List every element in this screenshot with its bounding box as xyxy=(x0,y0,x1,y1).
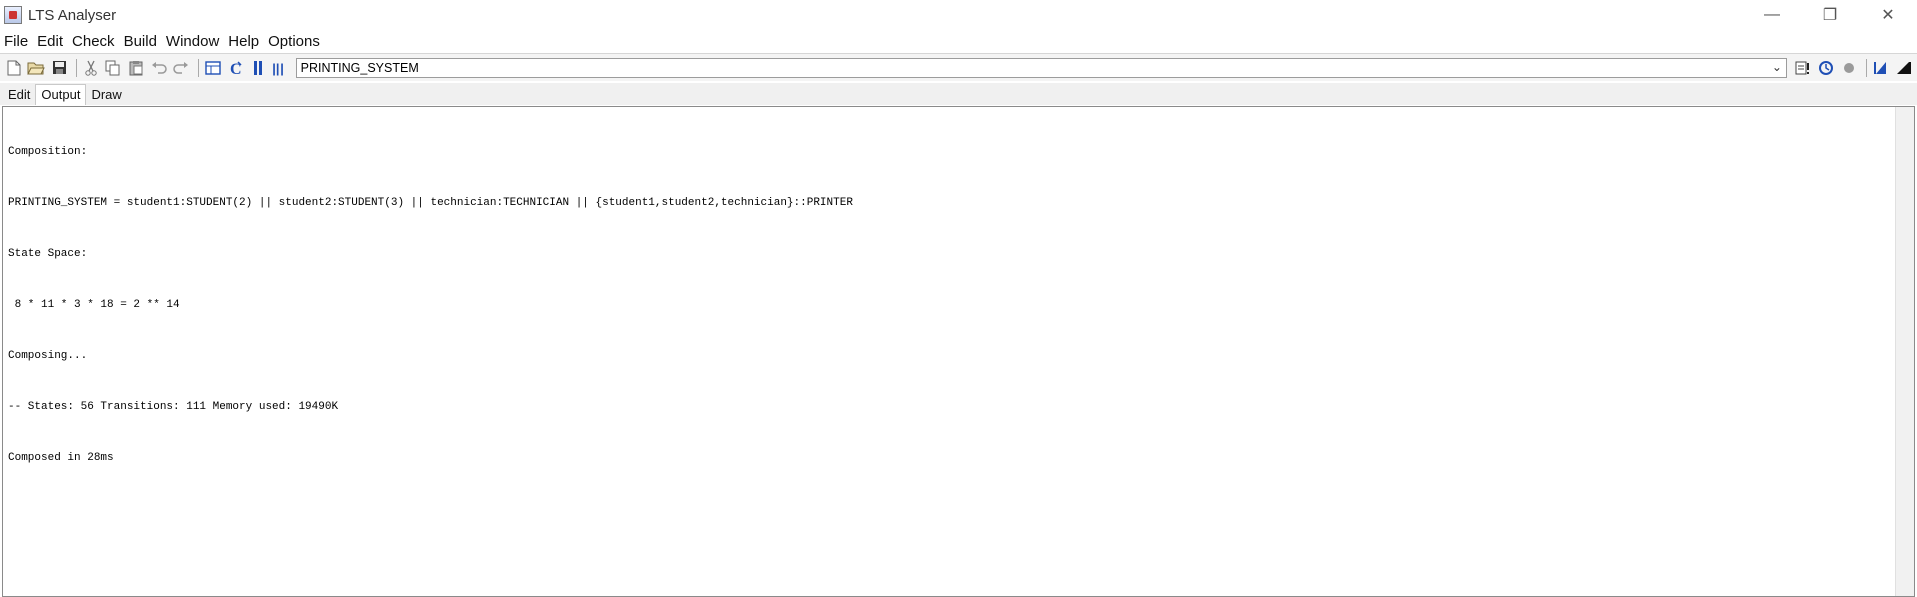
compose-icon[interactable]: || | xyxy=(271,58,291,78)
title-bar: LTS Analyser — ❐ ✕ xyxy=(0,0,1917,30)
svg-text:|: | xyxy=(280,61,284,76)
toolbar: C || | PRINTING_SYSTEM ⌄ xyxy=(0,53,1917,81)
save-icon[interactable] xyxy=(49,58,69,78)
tab-edit[interactable]: Edit xyxy=(3,85,35,105)
compile-icon[interactable]: C xyxy=(226,58,246,78)
close-button[interactable]: ✕ xyxy=(1859,0,1917,30)
minimise-all-icon[interactable] xyxy=(1894,58,1914,78)
window-title: LTS Analyser xyxy=(28,6,117,24)
tab-bar: Edit Output Draw xyxy=(0,83,1917,105)
redo-icon[interactable] xyxy=(171,58,191,78)
tab-draw[interactable]: Draw xyxy=(86,85,126,105)
cut-icon[interactable] xyxy=(81,58,101,78)
toolbar-separator xyxy=(75,58,77,77)
toolbar-right-group xyxy=(1793,58,1917,78)
copy-icon[interactable] xyxy=(104,58,124,78)
table-icon[interactable] xyxy=(203,58,223,78)
open-folder-icon[interactable] xyxy=(27,58,47,78)
menu-edit[interactable]: Edit xyxy=(37,33,63,50)
output-panel[interactable]: Composition: PRINTING_SYSTEM = student1:… xyxy=(2,106,1915,597)
target-process-value: PRINTING_SYSTEM xyxy=(300,60,419,75)
minimise-icon[interactable] xyxy=(1871,58,1891,78)
toolbar-separator xyxy=(198,58,200,77)
menu-file[interactable]: File xyxy=(4,33,28,50)
toolbar-separator xyxy=(1865,58,1867,77)
chevron-down-icon[interactable]: ⌄ xyxy=(1772,60,1782,74)
vertical-scrollbar[interactable] xyxy=(1895,107,1914,596)
safety-check-icon[interactable] xyxy=(1793,58,1813,78)
output-line: -- States: 56 Transitions: 111 Memory us… xyxy=(8,401,339,413)
progress-icon[interactable] xyxy=(1816,58,1836,78)
output-line: Composition: xyxy=(8,146,88,158)
restore-button[interactable]: ❐ xyxy=(1801,0,1859,30)
app-icon xyxy=(4,6,22,24)
menu-options[interactable]: Options xyxy=(268,33,320,50)
output-log: Composition: PRINTING_SYSTEM = student1:… xyxy=(8,110,853,501)
tab-output[interactable]: Output xyxy=(35,84,87,105)
output-line: 8 * 11 * 3 * 18 = 2 ** 14 xyxy=(8,299,180,311)
menu-build[interactable]: Build xyxy=(124,33,157,50)
stop-icon[interactable] xyxy=(1839,58,1859,78)
output-line: State Space: xyxy=(8,248,88,260)
output-line: Composed in 28ms xyxy=(8,452,114,464)
paste-icon[interactable] xyxy=(126,58,146,78)
target-process-select[interactable]: PRINTING_SYSTEM ⌄ xyxy=(295,57,1787,78)
output-line: PRINTING_SYSTEM = student1:STUDENT(2) ||… xyxy=(8,197,853,209)
menu-bar: File Edit Check Build Window Help Option… xyxy=(0,30,1917,52)
menu-check[interactable]: Check xyxy=(72,33,115,50)
menu-window[interactable]: Window xyxy=(166,33,219,50)
window-controls: — ❐ ✕ xyxy=(1743,0,1917,30)
menu-help[interactable]: Help xyxy=(228,33,259,50)
svg-text:||: || xyxy=(272,61,279,76)
output-line: Composing... xyxy=(8,350,88,362)
minimize-button[interactable]: — xyxy=(1743,0,1801,30)
new-file-icon[interactable] xyxy=(4,58,24,78)
parse-icon[interactable] xyxy=(248,58,268,78)
undo-icon[interactable] xyxy=(149,58,169,78)
